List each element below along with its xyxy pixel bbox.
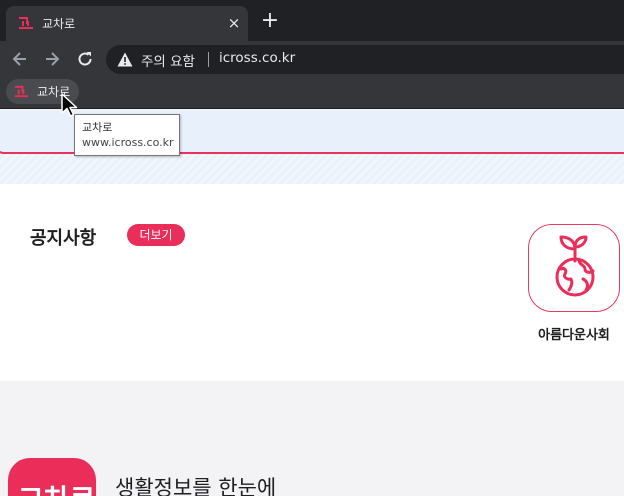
earth-sprout-icon <box>555 235 595 297</box>
omnibox-divider <box>208 52 209 67</box>
notice-more-button[interactable]: 더보기 <box>127 224 185 246</box>
bookmarks-bar: 교차로 <box>0 78 624 109</box>
tab-title: 교차로 <box>42 17 76 31</box>
reload-icon[interactable] <box>75 49 95 69</box>
bookmark-tooltip: 교차로 www.icross.co.kr <box>74 114 180 156</box>
tab-close-icon[interactable]: × <box>225 14 243 32</box>
beautiful-society-label[interactable]: 아름다운사회 <box>520 324 624 343</box>
notice-section: 공지사항 더보기 아름다운사회 <box>0 184 624 381</box>
icross-app-logo[interactable]: 교차로 <box>8 458 96 496</box>
notice-title: 공지사항 <box>30 228 97 249</box>
security-status-label[interactable]: 주의 요함 <box>141 50 195 70</box>
browser-toolbar: 주의 요함 icross.co.kr <box>0 41 624 78</box>
tab-icross[interactable]: 교차로 × <box>6 6 248 41</box>
app-logo-text: 교차로 <box>18 478 95 496</box>
icross-favicon-icon <box>14 85 29 98</box>
tooltip-url: www.icross.co.kr <box>82 136 174 149</box>
address-bar[interactable]: 주의 요함 icross.co.kr <box>106 45 624 74</box>
mouse-cursor-icon <box>61 93 78 117</box>
warning-icon[interactable] <box>117 52 133 67</box>
tab-strip: 교차로 × + <box>0 0 624 41</box>
url-text[interactable]: icross.co.kr <box>219 50 295 66</box>
back-arrow-icon[interactable] <box>10 49 30 69</box>
new-tab-icon[interactable]: + <box>259 10 281 32</box>
web-page: 공지사항 더보기 아름다운사회 교차로 생활정보를 한눈에 <box>0 110 624 496</box>
beautiful-society-card[interactable] <box>528 224 620 312</box>
tooltip-title: 교차로 <box>82 121 113 134</box>
promo-headline: 생활정보를 한눈에 <box>115 476 277 496</box>
icross-favicon-icon <box>19 17 33 29</box>
forward-arrow-icon[interactable] <box>42 49 62 69</box>
